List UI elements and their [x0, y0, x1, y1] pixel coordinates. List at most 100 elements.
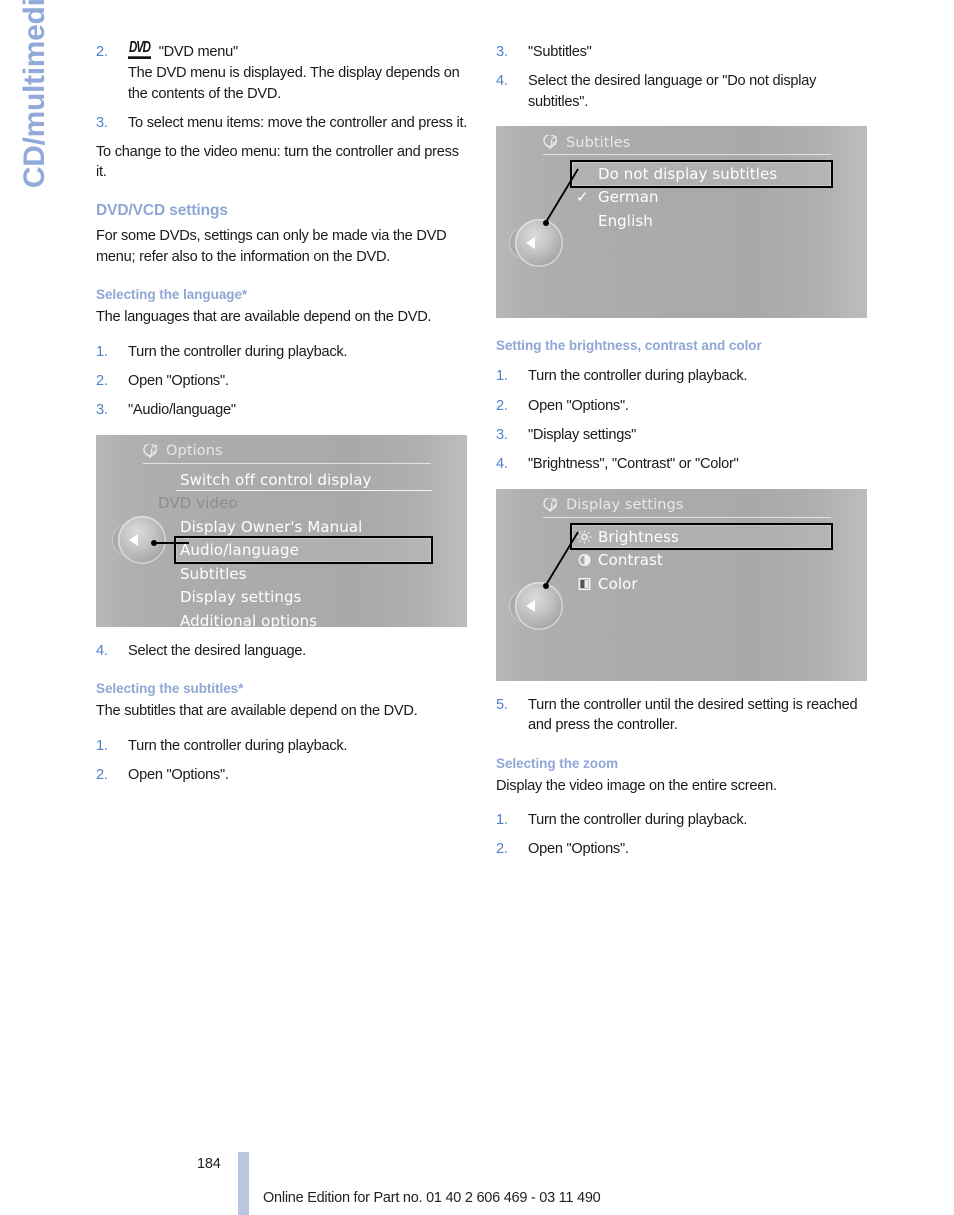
footer-accent-bar: [238, 1152, 249, 1215]
menu-item-label: Do not display subtitles: [598, 164, 778, 183]
step-number: 2.: [96, 767, 108, 784]
steps-brightness-final: 5. Turn the controller until the desired…: [496, 695, 868, 736]
step-number: 4.: [496, 456, 508, 473]
steps-selecting-language: 1. Turn the controller during playback. …: [96, 342, 468, 421]
contrast-icon: [576, 553, 598, 567]
title-divider: [543, 516, 831, 518]
check-icon: ✓: [576, 187, 589, 206]
menu-item-label: Subtitles: [180, 564, 247, 583]
step-text: "Audio/language": [128, 402, 236, 419]
step-text: Turn the controller during playback.: [128, 343, 348, 360]
page-number: 184: [197, 1156, 221, 1172]
left-arrow-icon: [129, 533, 138, 546]
step-number: 1.: [96, 343, 108, 360]
options-icon: [543, 497, 559, 513]
paragraph-selecting-subtitles: The subtitles that are available depend …: [96, 703, 418, 720]
idrive-screen-subtitles: Subtitles Do not display subtitles ✓ Ger…: [496, 126, 867, 319]
menu-item-brightness[interactable]: Brightness: [570, 522, 833, 551]
right-column: 3. "Subtitles" 4. Select the desired lan…: [496, 42, 868, 860]
options-icon: [543, 135, 559, 150]
list-item: 4. Select the desired language.: [96, 641, 468, 661]
list-item: 1. Turn the controller during playback.: [496, 810, 868, 830]
screen-title-bar: Subtitles: [543, 131, 833, 154]
step-text: Turn the controller during playback.: [528, 812, 748, 829]
list-item: 2. Open "Options".: [496, 839, 868, 859]
heading-selecting-subtitles: Selecting the subtitles*: [96, 681, 244, 697]
step-number: 2.: [496, 841, 508, 858]
options-icon: [143, 443, 159, 459]
steps-selecting-subtitles: 1. Turn the controller during playback. …: [96, 736, 468, 786]
menu-item-subtitles[interactable]: Subtitles: [176, 562, 431, 586]
controller-knob[interactable]: [509, 579, 569, 635]
menu-item-contrast[interactable]: Contrast: [572, 548, 831, 572]
paragraph-video-menu: To change to the video menu: turn the co…: [96, 143, 459, 181]
menu-item-color[interactable]: Color: [572, 572, 831, 596]
steps-dvd-menu: 2. DVD "DVD menu" The DVD menu is display…: [96, 40, 468, 134]
controller-knob[interactable]: [112, 513, 172, 569]
step-number: 1.: [496, 812, 508, 829]
paragraph-selecting-language: The languages that are available depend …: [96, 309, 432, 326]
decorative-arc: [496, 126, 509, 318]
menu-item-audio-language[interactable]: Audio/language: [174, 536, 433, 564]
step-text: "Subtitles": [528, 44, 592, 60]
title-divider: [543, 154, 831, 156]
heading-selecting-language: Selecting the language*: [96, 287, 248, 303]
step-number: 2.: [96, 373, 108, 390]
step-number: 1.: [496, 368, 508, 385]
heading-setting-brightness: Setting the brightness, contrast and col…: [496, 338, 762, 354]
step-number: 3.: [96, 402, 108, 419]
list-item: 3. "Subtitles": [496, 42, 868, 62]
menu-item-label: English: [598, 211, 653, 230]
screen-title-bar: Display settings: [543, 494, 833, 517]
step-number: 1.: [96, 737, 108, 754]
list-item: 5. Turn the controller until the desired…: [496, 695, 868, 736]
menu-item-label: Color: [598, 574, 638, 593]
step-text: To select menu items: move the controlle…: [128, 115, 468, 132]
screen-title: Display settings: [566, 497, 684, 514]
menu-item-label: Additional options: [180, 611, 318, 627]
menu-item-switch-off-control-display[interactable]: Switch off control display: [176, 468, 432, 492]
menu-item-german[interactable]: ✓ German: [572, 186, 831, 210]
step-text: Turn the controller during playback.: [128, 737, 348, 754]
list-item: 2. Open "Options".: [496, 396, 868, 416]
options-menu-list: Switch off control display DVD video Dis…: [158, 468, 433, 627]
screen-title: Options: [166, 443, 223, 460]
list-item: 1. Turn the controller during playback.: [96, 736, 468, 756]
step-text: Open "Options".: [128, 373, 229, 390]
paragraph-dvd-vcd-settings: For some DVDs, settings can only be made…: [96, 228, 447, 265]
menu-item-additional-options[interactable]: Additional options: [176, 609, 431, 627]
color-icon: [576, 577, 598, 591]
menu-item-label: Brightness: [598, 527, 679, 546]
decorative-arc: [496, 489, 509, 681]
display-settings-menu-list: Brightness Contrast Color: [570, 522, 833, 596]
step-text: "Display settings": [528, 427, 637, 444]
list-item: 4. Select the desired language or "Do no…: [496, 71, 868, 112]
list-item: 4. "Brightness", "Contrast" or "Color": [496, 454, 868, 474]
idrive-screen-display-settings: Display settings Brightness Contrast Col…: [496, 488, 867, 681]
list-item: 1. Turn the controller during playback.: [96, 342, 468, 362]
controller-knob[interactable]: [509, 216, 569, 272]
step-number: 2.: [96, 44, 108, 60]
menu-item-label: Contrast: [598, 551, 663, 570]
screen-title: Subtitles: [566, 134, 631, 151]
list-item: 2. DVD "DVD menu" The DVD menu is display…: [96, 40, 468, 104]
decorative-arc: [826, 126, 867, 318]
menu-item-display-owners-manual[interactable]: Display Owner's Manual: [176, 515, 431, 539]
left-arrow-icon: [526, 237, 535, 250]
steps-subtitles-continued: 3. "Subtitles" 4. Select the desired lan…: [496, 42, 868, 112]
menu-item-label: Display settings: [180, 588, 302, 607]
menu-item-do-not-display-subtitles[interactable]: Do not display subtitles: [570, 160, 833, 188]
menu-item-english[interactable]: English: [572, 209, 831, 233]
list-item: 1. Turn the controller during playback.: [496, 366, 868, 386]
step-text: "Brightness", "Contrast" or "Color": [528, 456, 739, 473]
menu-item-label: Switch off control display: [180, 470, 372, 489]
menu-item-label: Display Owner's Manual: [180, 517, 363, 536]
step-number: 4.: [496, 73, 508, 90]
menu-item-display-settings[interactable]: Display settings: [176, 585, 431, 609]
list-item: 3. "Audio/language": [96, 400, 468, 420]
step-number: 4.: [96, 642, 108, 659]
menu-item-label: Audio/language: [180, 541, 299, 560]
decorative-arc: [826, 489, 867, 681]
decorative-arc: [96, 435, 109, 627]
steps-language-select: 4. Select the desired language.: [96, 641, 468, 661]
